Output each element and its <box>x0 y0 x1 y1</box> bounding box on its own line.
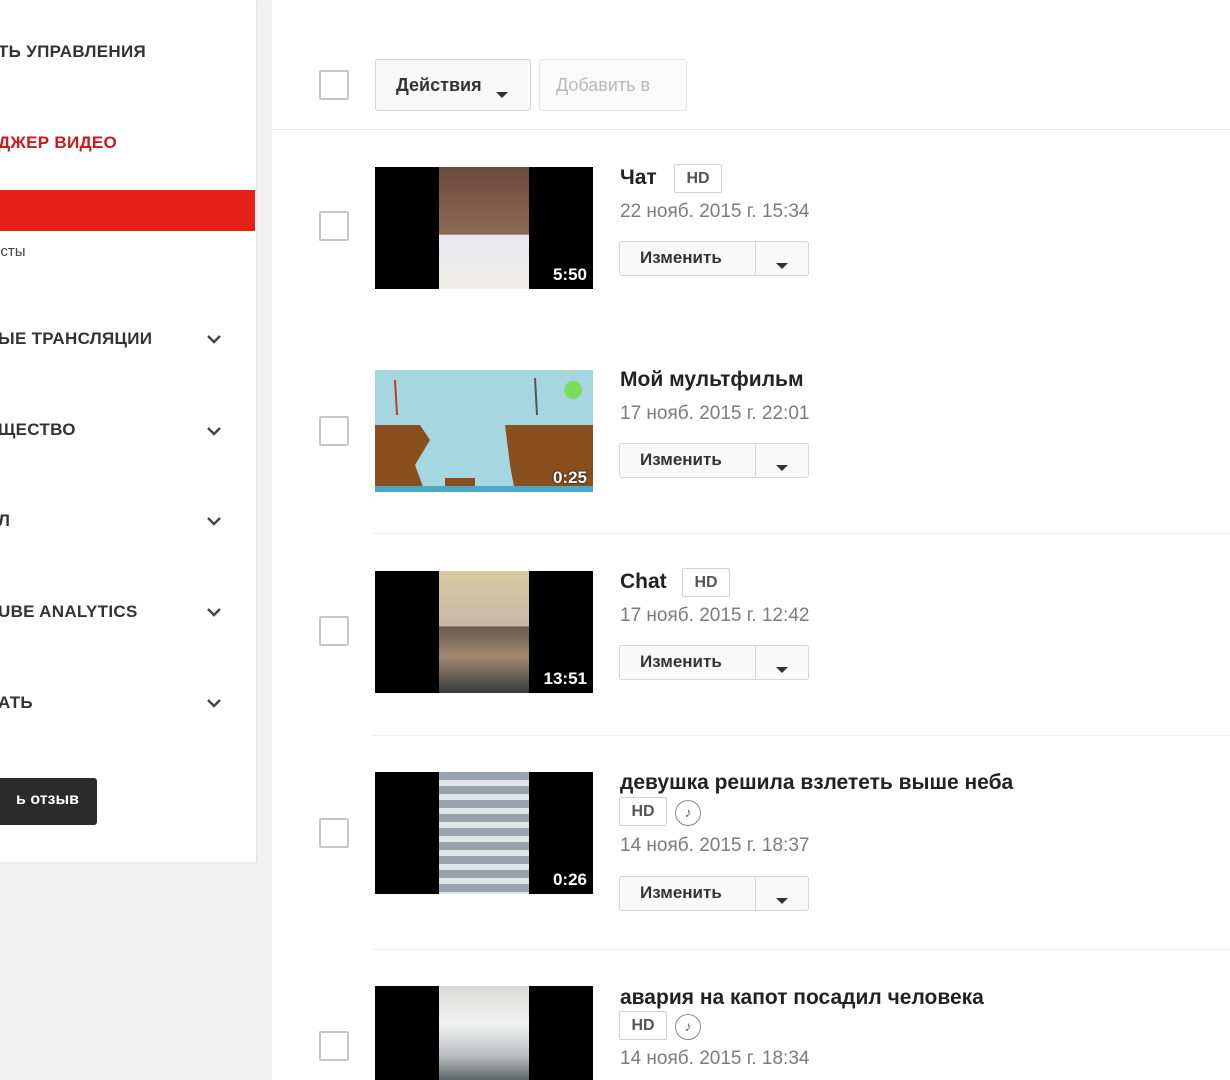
video-date: 17 нояб. 2015 г. 22:01 <box>620 403 810 424</box>
video-checkbox[interactable] <box>319 416 349 446</box>
edit-separator <box>755 646 756 679</box>
edit-button-label: Изменить <box>640 248 722 267</box>
video-title[interactable]: Чат <box>620 166 657 190</box>
select-all-checkbox[interactable] <box>319 70 349 100</box>
thumbnail-image <box>439 986 529 1080</box>
caret-down-icon <box>496 82 508 103</box>
video-date: 22 нояб. 2015 г. 15:34 <box>620 201 810 222</box>
video-thumbnail[interactable]: 0:26 <box>375 772 593 894</box>
sidebar-item-dashboard[interactable]: ТЬ УПРАВЛЕНИЯ <box>0 42 146 62</box>
add-to-button[interactable]: Добавить в <box>539 59 687 111</box>
video-row: 13:51 Chat HD 17 нояб. 2015 г. 12:42 Изм… <box>272 534 1230 736</box>
chevron-down-icon[interactable] <box>203 601 225 623</box>
video-manager-main: Действия Добавить в 5:50 Чат HD 22 нояб.… <box>272 0 1230 1080</box>
sidebar-item-community[interactable]: ЩЕСТВО <box>0 420 76 440</box>
video-thumbnail[interactable]: 13:51 <box>375 571 593 693</box>
hd-badge: HD <box>619 1011 667 1040</box>
edit-button-group[interactable]: Изменить <box>619 241 809 276</box>
caret-down-icon[interactable] <box>776 256 788 274</box>
video-row: 0:25 Мой мультфильм 17 нояб. 2015 г. 22:… <box>272 332 1230 534</box>
sidebar-item-analytics[interactable]: UBE ANALYTICS <box>0 602 138 622</box>
video-row: авария на капот посадил человека HD ♪ 14… <box>272 950 1230 1080</box>
video-duration: 13:51 <box>543 669 587 688</box>
edit-button-group[interactable]: Изменить <box>619 645 809 680</box>
music-note-icon: ♪ <box>675 1014 701 1040</box>
thumbnail-image <box>439 167 529 289</box>
video-thumbnail[interactable] <box>375 986 593 1080</box>
chevron-down-icon[interactable] <box>203 420 225 442</box>
hd-badge: HD <box>674 164 722 193</box>
sidebar-item-live-streaming[interactable]: ЫЕ ТРАНСЛЯЦИИ <box>0 329 152 349</box>
video-checkbox[interactable] <box>319 616 349 646</box>
actions-dropdown-button[interactable]: Действия <box>375 59 531 111</box>
edit-button-label: Изменить <box>640 883 722 902</box>
sidebar-item-videos-active[interactable]: о <box>0 190 255 231</box>
sidebar: ТЬ УПРАВЛЕНИЯ ДЖЕР ВИДЕО о исты ЫЕ ТРАНС… <box>0 0 256 862</box>
video-row: 0:26 девушка решила взлететь выше неба H… <box>272 736 1230 950</box>
edit-button-group[interactable]: Изменить <box>619 876 809 911</box>
hd-badge: HD <box>619 797 667 826</box>
actions-label: Действия <box>396 75 482 95</box>
edit-button-label: Изменить <box>640 450 722 469</box>
video-checkbox[interactable] <box>319 211 349 241</box>
video-duration: 0:25 <box>552 468 587 487</box>
video-duration: 0:26 <box>552 870 587 889</box>
feedback-button[interactable]: ь отзыв <box>0 778 97 825</box>
feedback-button-label: ь отзыв <box>16 791 79 808</box>
video-date: 14 нояб. 2015 г. 18:37 <box>620 835 810 856</box>
caret-down-icon[interactable] <box>776 458 788 476</box>
video-duration: 5:50 <box>552 265 587 284</box>
edit-separator <box>755 877 756 910</box>
edit-separator <box>755 444 756 477</box>
sidebar-item-channel[interactable]: Л <box>0 511 10 531</box>
video-title[interactable]: Chat <box>620 570 667 594</box>
video-checkbox[interactable] <box>319 818 349 848</box>
thumbnail-image <box>439 571 529 693</box>
video-thumbnail[interactable]: 5:50 <box>375 167 593 289</box>
edit-separator <box>755 242 756 275</box>
video-date: 14 нояб. 2015 г. 18:34 <box>620 1048 810 1069</box>
chevron-down-icon[interactable] <box>203 328 225 350</box>
video-thumbnail[interactable]: 0:25 <box>375 370 593 492</box>
music-note-icon: ♪ <box>675 800 701 826</box>
video-title[interactable]: девушка решила взлететь выше неба <box>620 771 1013 795</box>
toolbar: Действия Добавить в <box>272 0 1230 130</box>
caret-down-icon[interactable] <box>776 660 788 678</box>
video-title[interactable]: авария на капот посадил человека <box>620 986 984 1010</box>
video-date: 17 нояб. 2015 г. 12:42 <box>620 605 810 626</box>
caret-down-icon[interactable] <box>776 891 788 909</box>
hd-badge: HD <box>682 568 730 597</box>
thumbnail-image <box>439 772 529 894</box>
video-row: 5:50 Чат HD 22 нояб. 2015 г. 15:34 Измен… <box>272 130 1230 332</box>
add-to-label: Добавить в <box>556 75 651 95</box>
edit-button-label: Изменить <box>640 652 722 671</box>
sidebar-item-create[interactable]: АТЬ <box>0 693 33 713</box>
sidebar-item-video-manager[interactable]: ДЖЕР ВИДЕО <box>0 133 117 153</box>
video-checkbox[interactable] <box>319 1031 349 1061</box>
edit-button-group[interactable]: Изменить <box>619 443 809 478</box>
chevron-down-icon[interactable] <box>203 692 225 714</box>
sidebar-item-playlists[interactable]: исты <box>0 243 26 260</box>
chevron-down-icon[interactable] <box>203 510 225 532</box>
video-title[interactable]: Мой мультфильм <box>620 368 803 392</box>
